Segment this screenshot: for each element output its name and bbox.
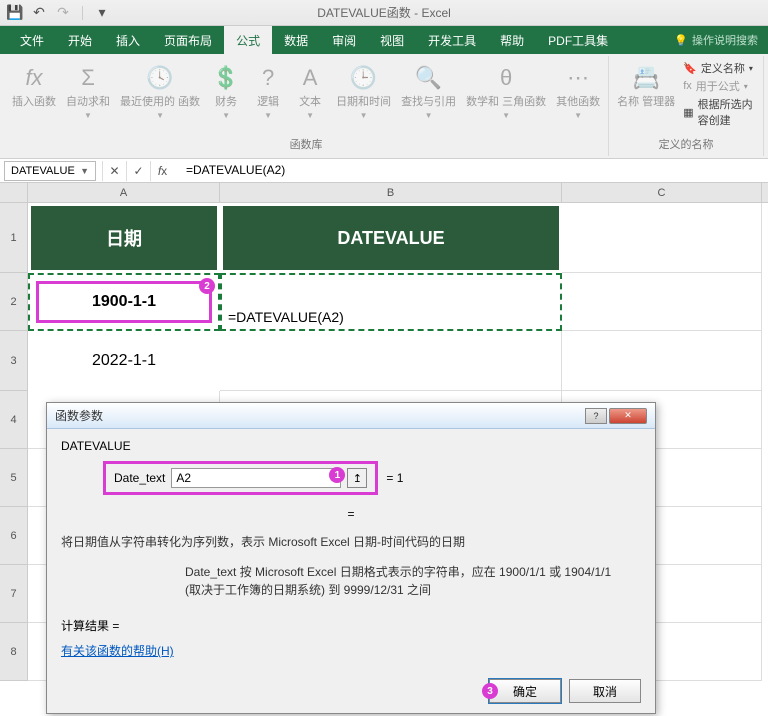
row-header[interactable]: 4: [0, 391, 28, 449]
clock-icon: 🕒: [348, 62, 380, 94]
create-from-sel-button[interactable]: ▦根据所选内容创建: [683, 96, 757, 128]
help-button[interactable]: ?: [585, 408, 607, 424]
theta-icon: θ: [490, 62, 522, 94]
formula-bar: DATEVALUE ▼ ✕ ✓ fx =DATEVALUE(A2): [0, 159, 768, 183]
row-header[interactable]: 1: [0, 203, 28, 273]
calculation-result: 计算结果 =: [61, 617, 641, 634]
bulb-icon: 💡: [674, 34, 688, 47]
ribbon: fx 插入函数 Σ 自动求和 ▼ 🕓 最近使用的 函数 ▼ 💲 财务 ▼ ? 逻…: [0, 54, 768, 159]
arg-result: = 1: [386, 471, 403, 485]
cell[interactable]: 1900-1-1 2: [28, 273, 220, 331]
tab-view[interactable]: 视图: [368, 26, 416, 54]
define-name-icon: 🔖: [683, 62, 697, 75]
dialog-titlebar[interactable]: 函数参数 ? ✕: [47, 403, 655, 429]
select-all-corner[interactable]: [0, 183, 28, 202]
cell[interactable]: [562, 331, 762, 391]
tab-data[interactable]: 数据: [272, 26, 320, 54]
cancel-button[interactable]: 取消: [569, 679, 641, 703]
col-header[interactable]: A: [28, 183, 220, 202]
result-eq: =: [61, 507, 641, 521]
lookup-icon: 🔍: [413, 62, 445, 94]
cell[interactable]: [220, 331, 562, 391]
insert-function-button[interactable]: fx 插入函数: [10, 60, 58, 111]
tab-page[interactable]: 页面布局: [152, 26, 224, 54]
row-header[interactable]: 5: [0, 449, 28, 507]
arg-label: Date_text: [114, 471, 165, 485]
argument-help: Date_text 按 Microsoft Excel 日期格式表示的字符串，应…: [185, 563, 615, 599]
text-icon: A: [294, 62, 326, 94]
cell[interactable]: 日期: [28, 203, 220, 273]
titlebar: 💾 ↶ ↷ ▾ DATEVALUE函数 - Excel: [0, 0, 768, 26]
redo-icon: ↷: [54, 4, 72, 22]
undo-icon[interactable]: ↶: [30, 4, 48, 22]
function-arguments-dialog: 函数参数 ? ✕ DATEVALUE Date_text ↥ 1 = 1 = 将…: [46, 402, 656, 714]
close-button[interactable]: ✕: [609, 408, 647, 424]
window-title: DATEVALUE函数 - Excel: [317, 4, 451, 21]
col-header[interactable]: C: [562, 183, 762, 202]
recent-icon: 🕓: [144, 62, 176, 94]
save-icon[interactable]: 💾: [6, 4, 24, 22]
more-button[interactable]: ⋯ 其他函数 ▼: [554, 60, 602, 122]
function-description: 将日期值从字符串转化为序列数，表示 Microsoft Excel 日期-时间代…: [61, 533, 641, 551]
accept-formula-button[interactable]: ✓: [126, 161, 150, 181]
row-header[interactable]: 7: [0, 565, 28, 623]
formula-input[interactable]: =DATEVALUE(A2): [180, 161, 764, 181]
row-header[interactable]: 6: [0, 507, 28, 565]
tab-file[interactable]: 文件: [8, 26, 56, 54]
chevron-down-icon[interactable]: ▼: [80, 166, 89, 176]
qat-more-icon[interactable]: ▾: [93, 4, 111, 22]
tab-insert[interactable]: 插入: [104, 26, 152, 54]
range-selector-button[interactable]: ↥: [347, 468, 367, 488]
ribbon-tabs: 文件 开始 插入 页面布局 公式 数据 审阅 视图 开发工具 帮助 PDF工具集…: [0, 26, 768, 54]
ok-button[interactable]: 3 确定: [489, 679, 561, 703]
tab-review[interactable]: 审阅: [320, 26, 368, 54]
row-header[interactable]: 8: [0, 623, 28, 681]
fx-button[interactable]: fx: [150, 161, 174, 181]
tell-me-search[interactable]: 💡 操作说明搜索: [674, 32, 758, 48]
lookup-button[interactable]: 🔍 查找与引用 ▼: [399, 60, 458, 122]
cell[interactable]: 2022-1-1: [28, 331, 220, 391]
autosum-button[interactable]: Σ 自动求和 ▼: [64, 60, 112, 122]
callout-2: 2: [199, 278, 215, 294]
math-button[interactable]: θ 数学和 三角函数 ▼: [464, 60, 548, 122]
cell[interactable]: [562, 273, 762, 331]
define-name-button[interactable]: 🔖定义名称▾: [683, 60, 757, 76]
cell[interactable]: DATEVALUE: [220, 203, 562, 273]
use-formula-button[interactable]: fx用于公式▾: [683, 78, 757, 94]
tab-home[interactable]: 开始: [56, 26, 104, 54]
cancel-formula-button[interactable]: ✕: [102, 161, 126, 181]
financial-icon: 💲: [210, 62, 242, 94]
row-header[interactable]: 2: [0, 273, 28, 331]
function-name: DATEVALUE: [61, 439, 641, 453]
tab-dev[interactable]: 开发工具: [416, 26, 488, 54]
datetime-button[interactable]: 🕒 日期和时间 ▼: [334, 60, 393, 122]
name-manager-button[interactable]: 📇 名称 管理器: [615, 60, 677, 111]
tab-help[interactable]: 帮助: [488, 26, 536, 54]
use-formula-icon: fx: [683, 80, 692, 92]
cell[interactable]: [562, 203, 762, 273]
callout-3: 3: [482, 683, 498, 699]
fx-icon: fx: [25, 65, 42, 91]
financial-button[interactable]: 💲 财务 ▼: [208, 60, 244, 122]
row-header[interactable]: 3: [0, 331, 28, 391]
group-label: 函数库: [290, 133, 323, 152]
recent-button[interactable]: 🕓 最近使用的 函数 ▼: [118, 60, 202, 122]
more-icon: ⋯: [562, 62, 594, 94]
logical-icon: ?: [252, 62, 284, 94]
text-button[interactable]: A 文本 ▼: [292, 60, 328, 122]
col-header[interactable]: B: [220, 183, 562, 202]
date-text-input[interactable]: [171, 468, 341, 488]
create-sel-icon: ▦: [683, 106, 693, 119]
name-mgr-icon: 📇: [630, 62, 662, 94]
cell[interactable]: =DATEVALUE(A2): [220, 273, 562, 331]
tab-pdf[interactable]: PDF工具集: [536, 26, 620, 54]
logical-button[interactable]: ? 逻辑 ▼: [250, 60, 286, 122]
callout-1: 1: [329, 467, 345, 483]
function-help-link[interactable]: 有关该函数的帮助(H): [61, 642, 174, 659]
group-label: 定义的名称: [659, 133, 714, 152]
name-box[interactable]: DATEVALUE ▼: [4, 161, 96, 181]
tab-formula[interactable]: 公式: [224, 26, 272, 54]
sigma-icon: Σ: [72, 62, 104, 94]
